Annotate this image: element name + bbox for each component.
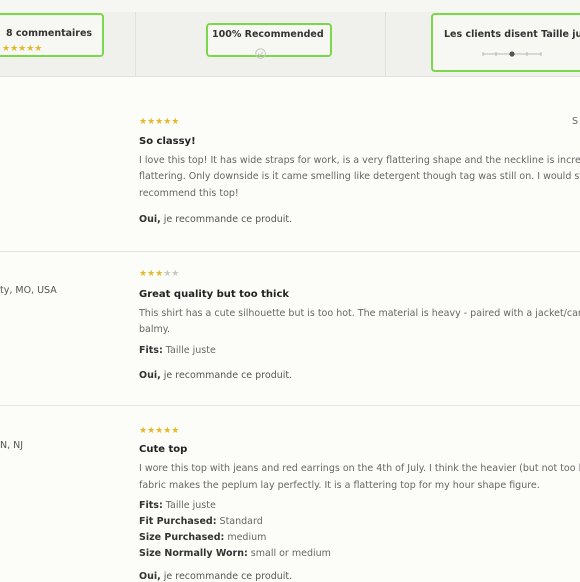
recommended-box: 100% Recommended (206, 23, 332, 59)
fit-summary-label: Les clients disent Taille juste (444, 29, 580, 40)
review-stars: ★★★★★ (139, 426, 180, 436)
fit-purchased-line: Fit Purchased: Standard (139, 516, 263, 527)
review-body-line: I wore this top with jeans and red earri… (139, 463, 580, 474)
summary-divider (385, 12, 386, 76)
review-body-line: fabric makes the peplum lay perfectly. I… (139, 480, 540, 491)
review-body-line: balmy. (139, 324, 171, 335)
review-title: So classy! (139, 136, 196, 147)
recommend-yes: Oui, (139, 214, 161, 225)
review-body-line: This shirt has a cute silhouette but is … (139, 308, 580, 319)
reviews-count-label: 8 commentaires (6, 28, 93, 39)
size-purchased-value: medium (224, 532, 267, 543)
recommended-label: 100% Recommended (212, 29, 324, 40)
recommend-line: Oui, je recommande ce produit. (139, 571, 292, 582)
review-title: Great quality but too thick (139, 289, 290, 300)
size-purchased-label: Size Purchased: (139, 532, 225, 543)
size-worn-line: Size Normally Worn: small or medium (139, 548, 331, 559)
reviewer-location: N, NJ (0, 440, 24, 451)
recommend-text: je recommande ce produit. (160, 571, 293, 582)
fits-value: Taille juste (162, 345, 216, 356)
fits-label: Fits: (139, 345, 163, 356)
recommend-text: je recommande ce produit. (160, 214, 293, 225)
fit-scale-slider (481, 44, 543, 57)
reviewer-location: ty, MO, USA (0, 285, 57, 296)
review-divider (0, 405, 580, 406)
review-title: Cute top (139, 444, 188, 455)
reviews-count-box[interactable]: 8 commentaires ★★★★★ (0, 13, 104, 57)
fits-value: Taille juste (162, 500, 216, 511)
fits-line: Fits: Taille juste (139, 500, 216, 511)
fits-label: Fits: (139, 500, 163, 511)
recommend-line: Oui, je recommande ce produit. (139, 214, 292, 225)
review-divider (0, 251, 580, 252)
size-worn-label: Size Normally Worn: (139, 548, 248, 559)
summary-divider (135, 12, 136, 76)
review-body-line: flattering. Only downside is it came sme… (139, 171, 580, 182)
review-stars: ★★★★★ (139, 117, 180, 127)
review-stars: ★★★★★ (139, 269, 180, 279)
top-strip (0, 0, 580, 12)
fit-purchased-value: Standard (216, 516, 263, 527)
review-edge-text: S (572, 116, 579, 127)
recommend-yes: Oui, (139, 571, 161, 582)
review-body-line: recommend this top! (139, 188, 239, 199)
recommend-text: je recommande ce produit. (160, 370, 293, 381)
fit-summary-box: Les clients disent Taille juste (431, 13, 580, 72)
review-body-line: I love this top! It has wide straps for … (139, 155, 580, 166)
size-purchased-line: Size Purchased: medium (139, 532, 266, 543)
recommend-yes: Oui, (139, 370, 161, 381)
summary-stars: ★★★★★ (2, 44, 43, 54)
check-circle-icon (255, 44, 266, 59)
fits-line: Fits: Taille juste (139, 345, 216, 356)
recommend-line: Oui, je recommande ce produit. (139, 370, 292, 381)
size-worn-value: small or medium (247, 548, 331, 559)
fit-purchased-label: Fit Purchased: (139, 516, 217, 527)
